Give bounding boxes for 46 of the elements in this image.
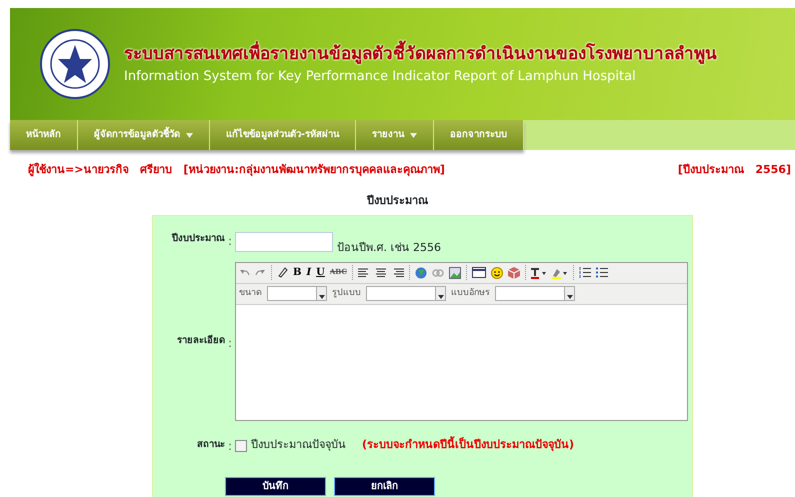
bullet-list-icon[interactable] [596,267,608,278]
highlight-icon[interactable] [552,266,568,278]
eraser-icon[interactable] [277,267,288,278]
note-text: (ระบบจะกำหนดปีนี้เป็นปีงบประมาณปัจจุบัน) [362,437,574,454]
align-center-icon[interactable] [374,268,387,278]
caret-icon[interactable] [319,294,325,299]
colon-separator: : [226,334,234,352]
hospital-emblem-icon [40,29,110,99]
action-button[interactable]: ยกเลิก [334,476,435,496]
smiley-icon[interactable] [490,266,503,278]
dropdown-label: แบบอักษร [451,286,490,300]
caret-icon[interactable] [567,294,573,299]
form-title: ปีงบประมาณ [366,192,429,208]
caret-icon[interactable] [438,294,444,299]
dropdown-field[interactable] [267,286,327,301]
numbered-list-icon[interactable] [578,267,591,278]
budget-year-info: [ปีงบประมาณ 2556] [678,162,791,178]
dropdown-label: รูปแบบ [332,286,361,300]
colon-separator: : [226,438,234,454]
format-button[interactable]: B [293,265,302,280]
image-icon[interactable] [448,266,461,278]
checkbox[interactable] [235,440,247,452]
dropdown-label: ขนาด [239,286,262,300]
cube-icon[interactable] [508,266,520,278]
user-info: ผู้ใช้งาน=>นายวรกิจ ศรียาบ [หน่วยงาน:กลุ่มงานพัฒนาทรัพยากรบุคคลและคุณภาพ] [28,162,445,178]
globe-icon[interactable] [414,266,427,278]
checkbox-label: ปีงบประมาณปัจจุบัน [251,437,346,454]
text-color-icon[interactable] [530,266,547,278]
format-button[interactable]: U [316,265,325,280]
table-icon[interactable] [472,267,486,278]
field-label: รายละเอียด [176,334,225,348]
align-right-icon[interactable] [392,268,404,278]
year-input[interactable] [235,232,333,252]
system-title: ระบบสารสนเทศเพื่อรายงานข้อมูลตัวชี้วัดผลการดำเนินงานของโรงพยาบาลลำพูน [124,42,717,67]
system-subtitle: Information System for Key Performance Indicator Report of Lamphun Hospital [124,68,637,86]
align-left-icon[interactable] [358,268,370,278]
dropdown-field[interactable] [495,286,575,301]
dropdown-field[interactable] [366,286,446,301]
action-button[interactable]: บันทึก [225,476,326,496]
redo-icon[interactable] [255,268,266,278]
input-hint: ป้อนปีพ.ศ. เช่น 2556 [337,240,441,256]
field-label: สถานะ [196,438,225,452]
field-label: ปีงบประมาณ [170,232,225,246]
undo-icon[interactable] [239,268,250,278]
format-button[interactable]: I [306,265,312,280]
colon-separator: : [226,233,234,250]
